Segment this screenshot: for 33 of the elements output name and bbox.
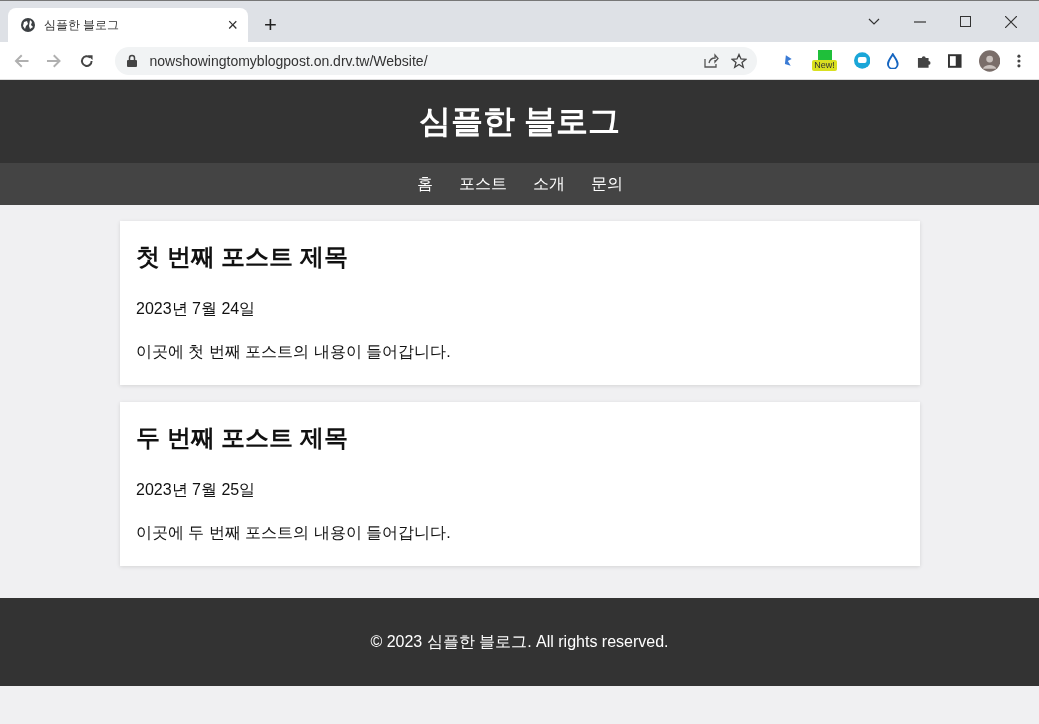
reload-icon[interactable] (78, 52, 95, 69)
minimize-icon[interactable] (914, 20, 926, 23)
new-badge: New! (812, 60, 837, 71)
nav-link[interactable]: 홈 (416, 173, 433, 195)
nav-link[interactable]: 문의 (590, 173, 623, 195)
close-icon[interactable] (1005, 15, 1017, 28)
close-tab-button[interactable]: × (227, 16, 238, 34)
post-body: 이곳에 두 번째 포스트의 내용이 들어갑니다. (136, 523, 452, 543)
globe-icon (20, 17, 36, 33)
footer-text: © 2023 심플한 블로그. All rights reserved. (370, 631, 669, 652)
address-bar[interactable]: nowshowingtomyblogpost.on.drv.tw/Website/ (115, 46, 757, 75)
nav-link[interactable]: 포스트 (458, 173, 507, 195)
water-drop-icon[interactable] (887, 52, 899, 69)
star-icon[interactable] (730, 52, 747, 69)
avatar-icon[interactable] (978, 49, 1001, 72)
post-body: 이곳에 첫 번째 포스트의 내용이 들어갑니다. (136, 342, 452, 362)
tab-title: 심플한 블로그 (44, 16, 121, 34)
maximize-icon[interactable] (960, 16, 971, 27)
url-text: nowshowingtomyblogpost.on.drv.tw/Website/ (149, 52, 428, 69)
post-date: 2023년 7월 25일 (136, 480, 257, 500)
new-tab-button[interactable]: + (258, 8, 283, 42)
site-title: 심플한 블로그 (419, 101, 620, 141)
post-title: 두 번째 포스트 제목 (136, 423, 349, 453)
post-date: 2023년 7월 24일 (136, 299, 257, 319)
share-icon[interactable] (702, 52, 719, 69)
post-title: 첫 번째 포스트 제목 (136, 242, 349, 272)
nav-link[interactable]: 소개 (532, 173, 565, 195)
more-menu-icon[interactable] (1017, 53, 1021, 68)
chat-bubble-icon[interactable] (853, 52, 871, 69)
browser-tab[interactable]: 심플한 블로그 × (8, 8, 248, 42)
side-panel-icon[interactable] (948, 53, 962, 68)
lock-icon (127, 54, 138, 67)
chevron-down-icon[interactable] (868, 17, 880, 26)
